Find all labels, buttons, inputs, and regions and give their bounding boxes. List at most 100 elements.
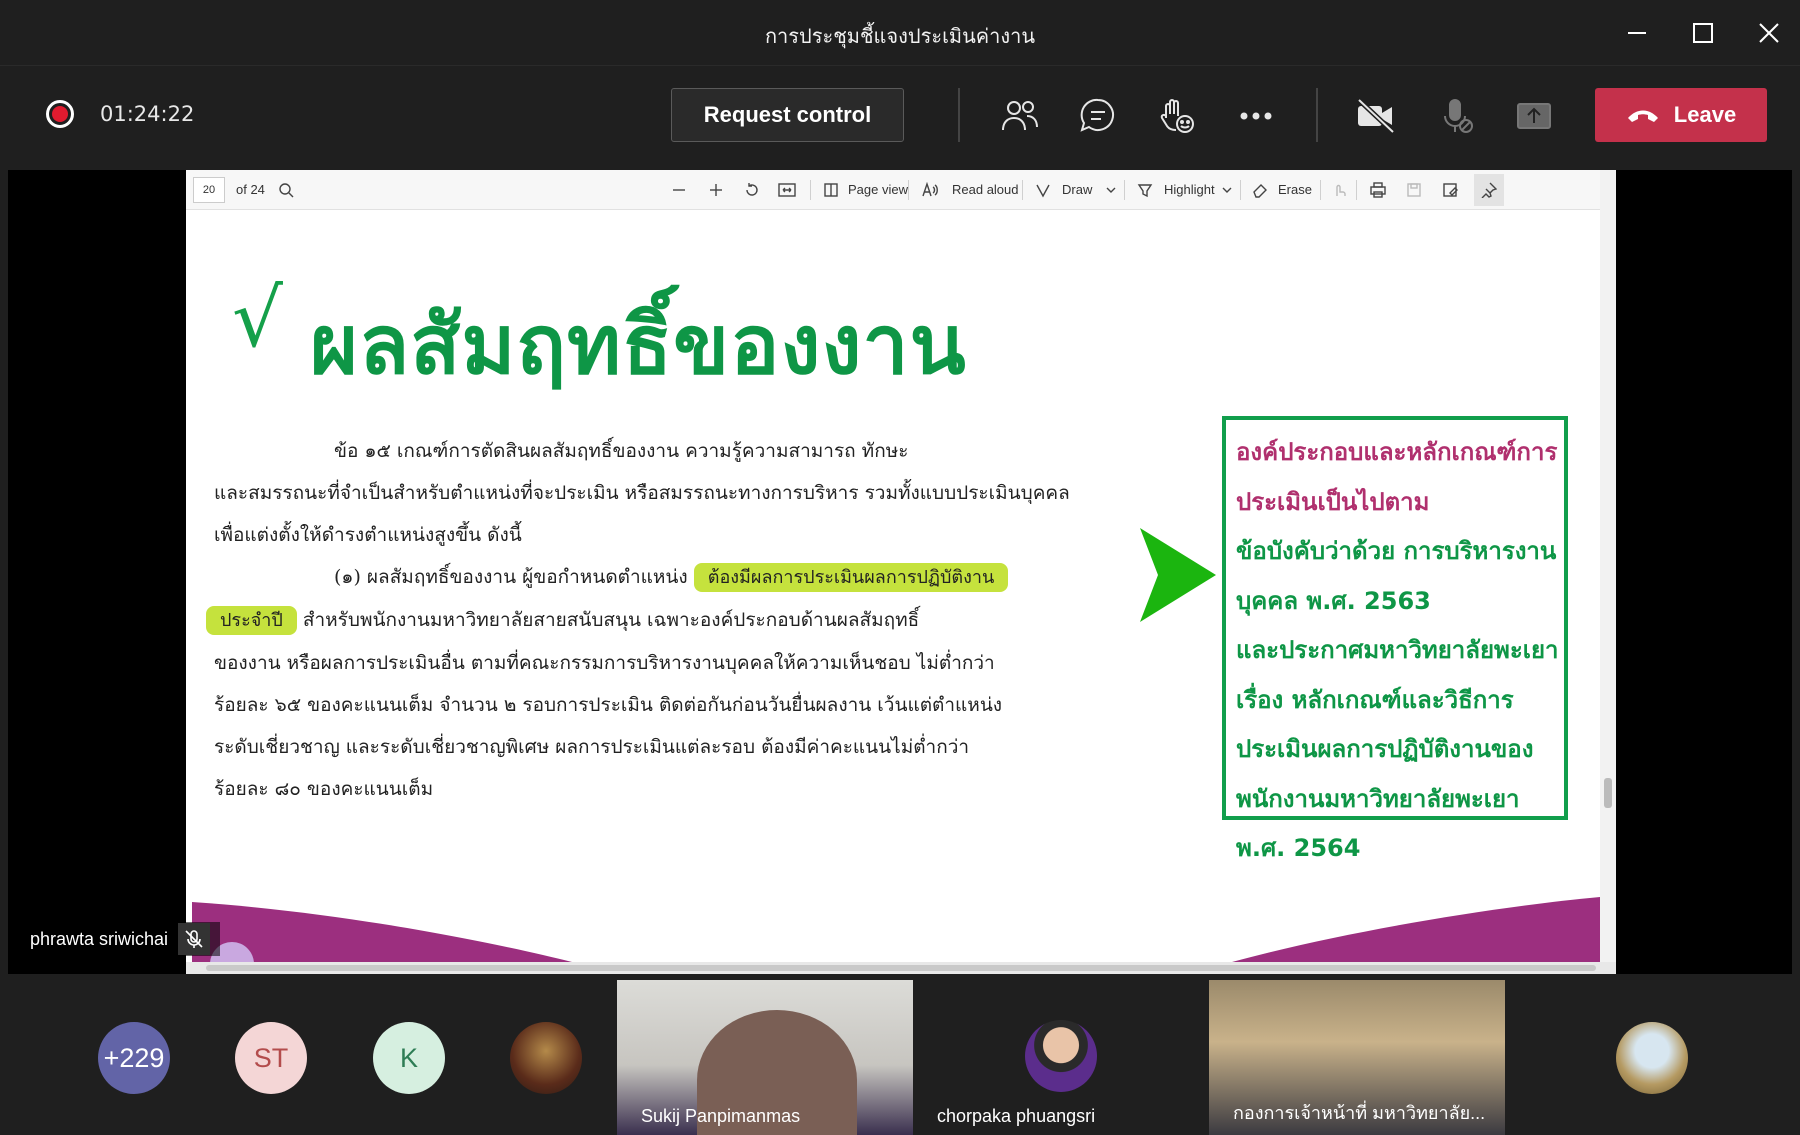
text-line: ร้อยละ ๘๐ ของคะแนนเต็ม [214,778,434,800]
participants-strip: +229 ST K Sukij Panpimanmas chorpaka phu… [0,978,1800,1135]
people-icon [1002,101,1038,131]
chevron-down-icon[interactable] [1222,182,1232,198]
camera-button[interactable] [1352,92,1400,140]
box-line: ประเมินผลการปฏิบัติงานของ [1236,735,1534,763]
box-line: ข้อบังคับว่าด้วย การบริหารงาน [1236,537,1557,565]
leave-label: Leave [1673,102,1737,127]
toolbar-divider [958,88,960,142]
checkmark-icon: √ [232,272,283,365]
search-icon[interactable] [278,182,294,198]
request-control-button[interactable]: Request control [671,88,904,142]
chat-button[interactable] [1074,92,1122,140]
slide-heading: ผลสัมฤทธิ์ของงาน [310,298,967,393]
box-line: พ.ศ. 2564 [1236,834,1361,862]
text-line: (๑) ผลสัมฤทธิ์ของงาน ผู้ขอกำหนดตำแหน่ง [334,566,688,588]
eraser-icon[interactable] [1252,182,1268,198]
more-icon [1240,112,1272,120]
pin-icon [1481,182,1497,198]
title-bar: การประชุมชี้แจงประเมินค่างาน [0,0,1800,66]
recording-icon [46,100,74,128]
page-total: of 24 [236,182,265,197]
overflow-participants[interactable]: +229 [98,1022,170,1094]
read-aloud-button[interactable]: Read aloud [952,182,1019,197]
pdf-toolbar: 20 of 24 Page view Read aloud Draw Highl… [186,170,1616,210]
horizontal-scrollbar[interactable] [186,962,1616,974]
print-icon[interactable] [1370,182,1386,198]
hang-up-icon [1627,110,1658,122]
pin-toolbar-button[interactable] [1474,174,1504,206]
zoom-in-icon[interactable] [708,182,724,198]
draw-button[interactable]: Draw [1062,182,1092,197]
raise-hand-icon [1160,99,1194,133]
participants-button[interactable] [996,92,1044,140]
criteria-box: องค์ประกอบและหลักเกณฑ์การ ประเมินเป็นไปต… [1222,416,1568,862]
text-line: สำหรับพนักงานมหาวิทยาลัยสายสนับสนุน เฉพา… [302,609,920,631]
chat-icon [1080,98,1114,132]
leave-button[interactable]: Leave [1595,88,1767,142]
avatar[interactable] [510,1022,582,1094]
video-tile[interactable]: chorpaka phuangsri [913,980,1209,1135]
touch-icon[interactable] [1331,182,1347,198]
chevron-down-icon[interactable] [1106,182,1116,198]
video-tile[interactable]: Sukij Panpimanmas [617,980,913,1135]
avatar[interactable]: ST [235,1022,307,1094]
avatar[interactable] [1616,1022,1688,1094]
maximize-button[interactable] [1680,14,1726,52]
page-number-input[interactable]: 20 [193,177,225,203]
participant-name: Sukij Panpimanmas [641,1106,801,1126]
avatar [1025,1020,1097,1092]
meeting-timer: 01:24:22 [100,102,195,126]
microphone-button[interactable] [1432,92,1480,140]
maximize-icon [1693,23,1713,43]
close-icon [1759,23,1779,43]
box-line: องค์ประกอบและหลักเกณฑ์การ [1236,438,1558,466]
presenter-name: phrawta sriwichai [30,928,169,949]
highlight-icon[interactable] [1137,182,1153,198]
share-button[interactable] [1510,92,1558,140]
highlighted-text: ประจำปี [206,606,297,635]
highlight-button[interactable]: Highlight [1164,182,1215,197]
text-line: เพื่อแต่งตั้งให้ดำรงตำแหน่งสูงขึ้น ดังนี… [214,524,522,546]
minimize-button[interactable] [1614,14,1660,52]
read-aloud-icon[interactable] [921,182,939,198]
text-line: และสมรรถนะที่จำเป็นสำหรับตำแหน่งที่จะประ… [214,482,1070,504]
regulation-text: ข้อ ๑๕ เกณฑ์การตัดสินผลสัมฤทธิ์ของงาน คว… [206,430,1114,810]
reactions-button[interactable] [1152,92,1200,140]
text-line: ระดับเชี่ยวชาญ และระดับเชี่ยวชาญพิเศษ ผล… [214,736,970,758]
close-button[interactable] [1746,14,1792,52]
window-title: การประชุมชี้แจงประเมินค่างาน [764,24,1036,48]
page-view-button[interactable]: Page view [848,182,908,197]
share-tray-icon [1517,103,1551,129]
participant-name: กองการเจ้าหน้าที่ มหาวิทยาลัย... [1233,1103,1486,1123]
video-tile[interactable]: กองการเจ้าหน้าที่ มหาวิทยาลัย... [1209,980,1505,1135]
camera-off-icon [1357,98,1395,134]
rotate-icon[interactable] [744,182,760,198]
toolbar-divider [1316,88,1318,142]
minimize-icon [1628,32,1646,34]
highlighted-text: ต้องมีผลการประเมินผลการปฏิบัติงาน [693,563,1009,592]
box-line: พนักงานมหาวิทยาลัยพะเยา [1236,784,1520,813]
box-line: ประเมินเป็นไปตาม [1236,487,1430,516]
mic-muted-icon [178,923,211,955]
save-icon[interactable] [1406,182,1422,198]
box-line: และประกาศมหาวิทยาลัยพะเยา [1236,636,1559,664]
page-view-icon[interactable] [823,182,839,198]
presenter-name-tag: phrawta sriwichai [20,922,221,956]
pdf-page: √ ผลสัมฤทธิ์ของงาน ข้อ ๑๕ เกณฑ์การตัดสิน… [192,210,1600,962]
more-options-button[interactable] [1232,92,1280,140]
text-line: ของงาน หรือผลการประเมินอื่น ตามที่คณะกรร… [214,652,995,674]
participant-name: chorpaka phuangsri [937,1106,1096,1126]
draw-icon[interactable] [1035,182,1051,198]
vertical-scrollbar[interactable] [1600,170,1616,974]
arrow-right-icon [1140,528,1216,622]
pdf-viewer[interactable]: 20 of 24 Page view Read aloud Draw Highl… [186,170,1616,974]
erase-button[interactable]: Erase [1278,182,1312,197]
box-line: เรื่อง หลักเกณฑ์และวิธีการ [1236,685,1514,714]
text-line: ร้อยละ ๖๕ ของคะแนนเต็ม จำนวน ๒ รอบการประ… [214,694,1003,716]
meeting-toolbar: 01:24:22 Request control Leave [0,66,1800,166]
save-as-icon[interactable] [1442,182,1458,198]
zoom-out-icon[interactable] [671,182,687,198]
box-line: บุคคล พ.ศ. 2563 [1236,586,1431,615]
fit-page-icon[interactable] [778,182,796,198]
avatar[interactable]: K [373,1022,445,1094]
